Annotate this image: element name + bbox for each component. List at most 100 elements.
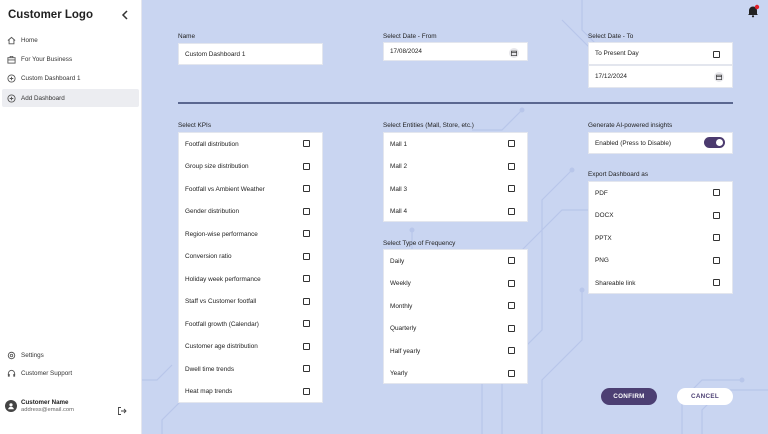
frequency-list: Daily Weekly Monthly Quarterly Half yearly Ye… — [383, 249, 528, 384]
date-to-label: Select Date - To — [588, 33, 634, 40]
entity-option[interactable]: Mall 1 — [384, 133, 527, 156]
ai-insights-toggle[interactable] — [704, 137, 725, 148]
calendar-button[interactable] — [714, 72, 724, 82]
notification-dot-icon — [754, 4, 760, 10]
export-option[interactable]: DOCX — [589, 205, 732, 228]
export-checkbox[interactable] — [713, 211, 720, 219]
kpi-option[interactable]: Gender distribution — [179, 201, 322, 224]
kpi-option[interactable]: Group size distribution — [179, 156, 322, 179]
frequency-option[interactable]: Weekly — [384, 273, 527, 296]
kpi-checkbox[interactable] — [303, 207, 310, 215]
entity-option[interactable]: Mall 4 — [384, 201, 527, 224]
kpi-option[interactable]: Dwell time trends — [179, 358, 322, 381]
kpi-checkbox[interactable] — [303, 230, 310, 237]
export-checkbox[interactable] — [713, 234, 720, 241]
kpi-checkbox[interactable] — [303, 252, 310, 260]
cancel-button[interactable]: CANCEL — [677, 388, 733, 405]
kpi-option[interactable]: Footfall growth (Calendar) — [179, 313, 322, 336]
sidebar-item-add-dashboard[interactable]: Add Dashboard — [2, 89, 139, 107]
export-option-label: PNG — [595, 257, 609, 265]
calendar-icon — [716, 74, 722, 80]
kpi-checkbox[interactable] — [303, 320, 310, 327]
frequency-option[interactable]: Monthly — [384, 295, 527, 318]
export-option[interactable]: PPTX — [589, 227, 732, 250]
kpi-option-label: Conversion ratio — [185, 253, 232, 261]
frequency-option[interactable]: Quarterly — [384, 318, 527, 341]
kpi-option[interactable]: Heat map trends — [179, 381, 322, 404]
entities-list: Mall 1 Mall 2 Mall 3 Mall 4 — [383, 132, 528, 222]
calendar-button[interactable] — [509, 48, 519, 58]
kpi-option[interactable]: Conversion ratio — [179, 246, 322, 269]
user-profile[interactable]: Customer Name address@email.com — [5, 399, 74, 413]
frequency-option[interactable]: Half yearly — [384, 340, 527, 363]
logout-button[interactable] — [117, 403, 127, 415]
export-checkbox[interactable] — [713, 256, 720, 264]
calendar-icon — [511, 50, 517, 56]
kpi-option[interactable]: Holiday week performance — [179, 268, 322, 291]
ai-insights-label: Generate AI-powered insights — [588, 122, 673, 129]
kpi-option-label: Footfall growth (Calendar) — [185, 320, 259, 328]
kpi-checkbox[interactable] — [303, 140, 310, 147]
kpi-checkbox[interactable] — [303, 185, 310, 192]
entity-option[interactable]: Mall 3 — [384, 178, 527, 201]
logout-icon — [118, 407, 127, 415]
kpi-checkbox[interactable] — [303, 387, 310, 395]
name-input[interactable]: Custom Dashboard 1 — [178, 43, 323, 65]
frequency-option[interactable]: Daily — [384, 250, 527, 273]
frequency-option-label: Monthly — [390, 302, 413, 310]
frequency-checkbox[interactable] — [508, 369, 515, 377]
user-email: address@email.com — [21, 407, 74, 413]
sidebar-item-for-your-business[interactable]: For Your Business — [2, 50, 139, 68]
export-checkbox[interactable] — [713, 189, 720, 196]
entity-checkbox[interactable] — [508, 207, 515, 215]
frequency-checkbox[interactable] — [508, 324, 515, 332]
kpi-checkbox[interactable] — [303, 297, 310, 305]
kpi-option[interactable]: Region-wise performance — [179, 223, 322, 246]
sidebar-item-custom-dashboard-1[interactable]: Custom Dashboard 1 — [2, 69, 139, 87]
frequency-checkbox[interactable] — [508, 279, 515, 287]
kpi-checkbox[interactable] — [303, 275, 310, 282]
export-checkbox[interactable] — [713, 279, 720, 286]
export-option[interactable]: PNG — [589, 250, 732, 273]
kpi-checkbox[interactable] — [303, 162, 310, 170]
frequency-checkbox[interactable] — [508, 257, 515, 264]
kpi-option[interactable]: Staff vs Customer footfall — [179, 291, 322, 314]
export-option[interactable]: Shareable link — [589, 272, 732, 295]
entity-option[interactable]: Mall 2 — [384, 156, 527, 179]
export-option-label: PDF — [595, 189, 608, 197]
frequency-checkbox[interactable] — [508, 347, 515, 354]
kpi-option[interactable]: Footfall vs Ambient Weather — [179, 178, 322, 201]
collapse-sidebar-button[interactable] — [119, 8, 131, 22]
user-name: Customer Name — [21, 399, 69, 406]
kpi-option-label: Footfall vs Ambient Weather — [185, 185, 265, 193]
kpi-checkbox[interactable] — [303, 342, 310, 350]
date-from-input[interactable]: 17/08/2024 — [383, 42, 528, 61]
sidebar-item-customer-support[interactable]: Customer Support — [2, 364, 139, 382]
kpi-option[interactable]: Footfall distribution — [179, 133, 322, 156]
kpi-checkbox[interactable] — [303, 365, 310, 372]
to-present-day-label: To Present Day — [595, 50, 639, 57]
sidebar-item-home[interactable]: Home — [2, 31, 139, 49]
briefcase-icon — [7, 55, 16, 64]
frequency-option[interactable]: Yearly — [384, 363, 527, 386]
notifications-button[interactable] — [746, 4, 760, 18]
export-option[interactable]: PDF — [589, 182, 732, 205]
to-present-day-option[interactable]: To Present Day — [588, 42, 733, 65]
entity-checkbox[interactable] — [508, 140, 515, 147]
kpis-list: Footfall distribution Group size distribu… — [178, 132, 323, 403]
plus-circle-icon — [7, 73, 16, 83]
name-label: Name — [178, 33, 196, 40]
date-to-input[interactable]: 17/12/2024 — [588, 65, 733, 88]
kpi-option[interactable]: Customer age distribution — [179, 336, 322, 359]
confirm-button[interactable]: CONFIRM — [601, 388, 657, 405]
frequency-checkbox[interactable] — [508, 302, 515, 309]
section-divider — [178, 102, 733, 104]
bell-icon — [748, 4, 760, 18]
entity-checkbox[interactable] — [508, 185, 515, 192]
entity-checkbox[interactable] — [508, 162, 515, 170]
export-option-label: DOCX — [595, 212, 614, 220]
date-from-value: 17/08/2024 — [390, 48, 422, 55]
sidebar-item-settings[interactable]: Settings — [2, 346, 139, 364]
plus-circle-icon — [7, 93, 16, 103]
to-present-day-checkbox[interactable] — [713, 51, 720, 58]
